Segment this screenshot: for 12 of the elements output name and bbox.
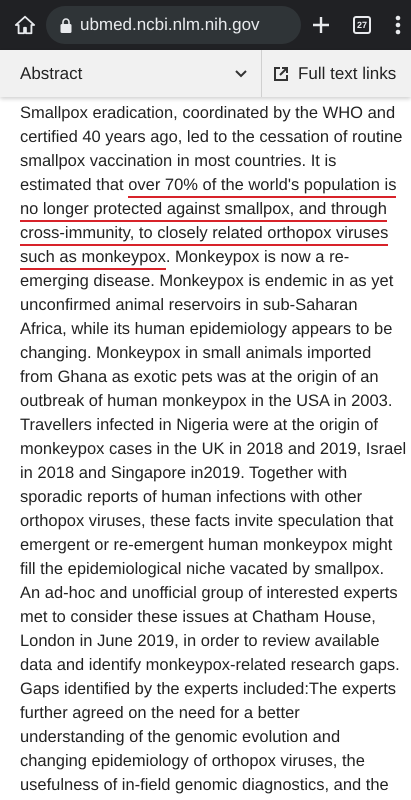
menu-icon[interactable] [395, 15, 401, 35]
tab-count[interactable]: 27 [353, 16, 371, 34]
abstract-text: Smallpox eradication, coordinated by the WHO and certified 40 years ago, led to the cessation of routine smallpox vaccination in most countries. It is estimated that over 70% of the world's population is no longer protected against smallpox, and through cross-immunity, to closely related orthopox viruses such as monkeypox. Monkeypox is now a re- emerging disease. Monkeypox is endemic in as yet unconfirmed animal reservoirs in sub-Saharan Africa, while its human epidemiology appears to be changing. Monkeypox in small animals imported from Ghana as exotic pets was at the origin of an outbreak of human monkeypox in the USA in 2003. Travellers infected in Nigeria were at the origin of monkeypox cases in the UK in 2018 and 2019, Israel in 2018 and Singapore in2019. Together with sporadic reports of human infections with other orthopox viruses, these facts invite speculation that emergent or re-emergent human monkeypox might fill the epidemiological niche vacated by smallpox. An ad-hoc and unofficial group of interested experts met to consider these issues at Chatham House, London in June 2019, in order to review available data and identify monkeypox-related research gaps. Gaps identified by the experts included:The experts further agreed on the need for a better understanding of the genomic evolution and changing epidemiology of orthopox viruses, the usefulness of in-field genomic diagnostics, and the [19, 103, 408, 796]
section-dropdown[interactable]: Abstract [0, 50, 262, 97]
home-icon[interactable] [14, 14, 36, 36]
lock-icon [60, 18, 72, 32]
address-bar[interactable]: ubmed.ncbi.nlm.nih.gov [46, 6, 301, 44]
chevron-down-icon [235, 70, 247, 78]
full-text-links-button[interactable]: Full text links [262, 50, 411, 97]
external-link-icon [274, 66, 288, 80]
url-text: ubmed.ncbi.nlm.nih.gov [80, 15, 260, 35]
plus-icon[interactable] [311, 15, 331, 35]
